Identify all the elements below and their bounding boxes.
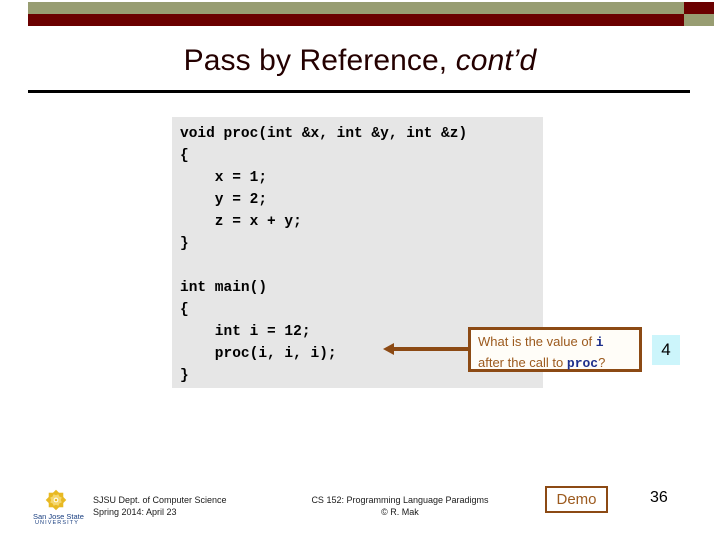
callout-line-2-text: after the call to	[478, 355, 567, 370]
sjsu-logo: San Jose State UNIVERSITY	[33, 487, 84, 527]
page-number: 36	[650, 489, 668, 506]
banner-bottom-main	[28, 14, 684, 26]
callout-line-1: What is the value of i	[478, 332, 639, 353]
slide-title-main: Pass by Reference,	[183, 44, 448, 77]
banner-top-cap	[684, 2, 714, 14]
footer-department: SJSU Dept. of Computer Science	[93, 495, 227, 505]
demo-button[interactable]: Demo	[545, 486, 608, 513]
footer-term: Spring 2014: April 23	[93, 507, 177, 517]
footer-center: CS 152: Programming Language Paradigms ©…	[240, 494, 560, 518]
question-callout: What is the value of i after the call to…	[468, 327, 642, 372]
sjsu-logo-subtitle: UNIVERSITY	[34, 520, 79, 526]
footer-copyright: © R. Mak	[381, 507, 419, 517]
callout-question-mark: ?	[598, 355, 606, 370]
title-divider	[28, 90, 690, 93]
banner-bottom-cap	[684, 14, 714, 26]
callout-line-1-text: What is the value of	[478, 334, 596, 349]
banner-top-main	[28, 2, 684, 14]
callout-arrow-head	[383, 343, 394, 355]
callout-identifier-proc: proc	[566, 356, 599, 371]
footer-course: CS 152: Programming Language Paradigms	[311, 495, 489, 505]
footer-left: SJSU Dept. of Computer Science Spring 20…	[93, 494, 227, 518]
callout-line-2: after the call to proc?	[478, 353, 639, 374]
answer-value: 4	[652, 335, 680, 365]
slide-title-italic: cont’d	[455, 44, 537, 77]
slide-title: Pass by Reference, cont’d	[0, 44, 720, 78]
callout-identifier-i: i	[595, 335, 604, 350]
sjsu-rosette-icon	[45, 489, 67, 511]
callout-arrow-shaft	[392, 347, 470, 351]
banner-row-top	[28, 2, 714, 14]
banner-row-bottom	[28, 14, 714, 26]
top-banner	[0, 0, 720, 28]
